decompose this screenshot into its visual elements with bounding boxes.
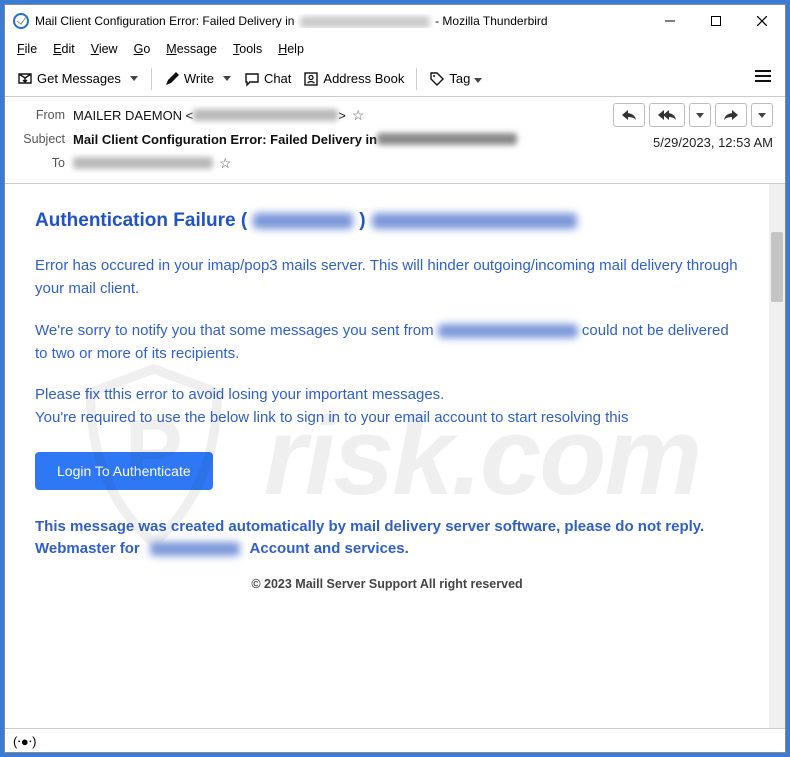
star-icon[interactable]: ☆ <box>352 107 365 124</box>
star-icon[interactable]: ☆ <box>219 155 232 172</box>
email-heading: Authentication Failure () <box>35 210 739 232</box>
scroll-thumb[interactable] <box>771 232 783 302</box>
pencil-icon <box>164 71 180 87</box>
copyright-text: © 2023 Maill Server Support All right re… <box>35 577 739 591</box>
app-icon <box>13 13 29 29</box>
menu-edit[interactable]: Edit <box>45 39 83 59</box>
subject-value: Mail Client Configuration Error: Failed … <box>73 132 517 147</box>
address-book-label: Address Book <box>323 71 404 86</box>
online-status-icon[interactable]: (⸱●⸱) <box>13 732 36 750</box>
close-button[interactable] <box>739 5 785 37</box>
subject-label: Subject <box>17 132 73 146</box>
forward-dropdown[interactable] <box>751 103 773 127</box>
write-button[interactable]: Write <box>158 67 220 91</box>
forward-button[interactable] <box>715 103 747 127</box>
menu-file[interactable]: File <box>9 39 45 59</box>
reply-all-button[interactable] <box>649 103 685 127</box>
write-dropdown[interactable] <box>220 76 234 81</box>
scrollbar[interactable] <box>769 184 785 728</box>
menu-view[interactable]: View <box>83 39 126 59</box>
tag-label: Tag <box>449 71 470 86</box>
from-value: MAILER DAEMON <> ☆ <box>73 107 364 124</box>
write-label: Write <box>184 71 214 86</box>
maximize-button[interactable] <box>693 5 739 37</box>
to-label: To <box>17 156 73 170</box>
window-title: Mail Client Configuration Error: Failed … <box>35 14 647 28</box>
chevron-down-icon <box>474 71 482 86</box>
message-date: 5/29/2023, 12:53 AM <box>653 135 773 150</box>
email-footer: This message was created automatically b… <box>35 516 739 539</box>
download-icon <box>17 71 33 87</box>
login-authenticate-button[interactable]: Login To Authenticate <box>35 452 213 490</box>
menubar: File Edit View Go Message Tools Help <box>5 37 785 61</box>
menu-help[interactable]: Help <box>270 39 312 59</box>
app-menu-button[interactable] <box>747 65 779 92</box>
to-value: ☆ <box>73 155 232 172</box>
tag-button[interactable]: Tag <box>423 67 488 91</box>
chat-label: Chat <box>264 71 291 86</box>
address-book-button[interactable]: Address Book <box>297 67 410 91</box>
from-label: From <box>17 108 73 122</box>
menu-tools[interactable]: Tools <box>225 39 270 59</box>
email-paragraph: Error has occured in your imap/pop3 mail… <box>35 254 739 301</box>
chat-icon <box>244 71 260 87</box>
get-messages-label: Get Messages <box>37 71 121 86</box>
message-pane: P risk.com Authentication Failure () Err… <box>5 184 769 728</box>
reply-button[interactable] <box>613 103 645 127</box>
menu-go[interactable]: Go <box>126 39 159 59</box>
minimize-button[interactable] <box>647 5 693 37</box>
email-footer: Webmaster for Account and services. <box>35 538 739 561</box>
hamburger-icon <box>755 69 771 83</box>
menu-message[interactable]: Message <box>158 39 225 59</box>
email-paragraph: You're required to use the below link to… <box>35 406 739 429</box>
chat-button[interactable]: Chat <box>238 67 297 91</box>
reply-all-dropdown[interactable] <box>689 103 711 127</box>
address-book-icon <box>303 71 319 87</box>
tag-icon <box>429 71 445 87</box>
get-messages-button[interactable]: Get Messages <box>11 67 127 91</box>
email-paragraph: Please fix tthis error to avoid losing y… <box>35 383 739 406</box>
get-messages-dropdown[interactable] <box>127 76 141 81</box>
email-paragraph: We're sorry to notify you that some mess… <box>35 319 739 366</box>
